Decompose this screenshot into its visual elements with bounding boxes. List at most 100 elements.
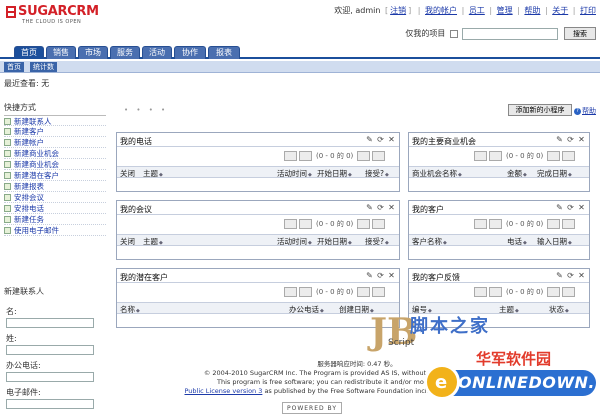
add-dashlet-button[interactable]: 添加新的小程序 <box>508 104 572 116</box>
col-close-date[interactable]: 完成日期◆ <box>537 168 572 179</box>
shortcut-compose-email[interactable]: 使用电子邮件 <box>4 225 106 236</box>
search-scope-checkbox[interactable] <box>449 29 458 38</box>
sugarcrm-logo[interactable]: SUGARCRM THE CLOUD IS OPEN <box>6 4 116 26</box>
first-page-button[interactable] <box>474 151 487 161</box>
edit-icon[interactable]: ✎ <box>365 203 374 212</box>
shortcut-new-user[interactable]: 新建帐户 <box>4 137 106 148</box>
shortcut-new-report[interactable]: 新建报表 <box>4 181 106 192</box>
last-page-button[interactable] <box>562 219 576 229</box>
next-page-button[interactable] <box>357 287 371 297</box>
tab-sales[interactable]: 销售 <box>46 46 76 59</box>
col-subject[interactable]: 主题◆ <box>143 236 163 247</box>
employees-link[interactable]: 员工 <box>469 6 485 15</box>
col-opportunity-name[interactable]: 商业机会名称◆ <box>412 168 462 179</box>
col-amount[interactable]: 金额◆ <box>507 168 527 179</box>
col-subject[interactable]: 主题◆ <box>143 168 163 179</box>
office-phone-input[interactable] <box>6 372 94 382</box>
close-icon[interactable]: ✕ <box>387 203 396 212</box>
print-link[interactable]: 打印 <box>580 6 596 15</box>
last-name-input[interactable] <box>6 345 94 355</box>
col-start-date[interactable]: 开始日期◆ <box>317 168 352 179</box>
prev-page-button[interactable] <box>489 219 502 229</box>
first-page-button[interactable] <box>284 219 297 229</box>
col-date-created[interactable]: 创建日期◆ <box>339 304 374 315</box>
first-page-button[interactable] <box>474 287 487 297</box>
shortcut-new-contact[interactable]: 新建联系人 <box>4 115 106 126</box>
close-icon[interactable]: ✕ <box>577 271 586 280</box>
col-close[interactable]: 关闭 <box>120 168 135 179</box>
shortcut-new-opportunity[interactable]: 新建商业机会 <box>4 159 106 170</box>
search-button[interactable]: 搜索 <box>564 27 596 40</box>
search-input[interactable] <box>462 27 559 40</box>
subtab-stats[interactable]: 统计数 <box>30 62 57 72</box>
next-page-button[interactable] <box>357 219 371 229</box>
last-page-button[interactable] <box>372 287 386 297</box>
logout-link[interactable]: 注销 <box>390 6 406 15</box>
next-page-button[interactable] <box>547 151 561 161</box>
prev-page-button[interactable] <box>489 151 502 161</box>
my-account-link[interactable]: 我的帐户 <box>425 6 457 15</box>
tab-home[interactable]: 首页 <box>14 46 44 59</box>
col-subject[interactable]: 主题◆ <box>499 304 519 315</box>
edit-icon[interactable]: ✎ <box>555 135 564 144</box>
shortcut-schedule-call[interactable]: 安排电话 <box>4 203 106 214</box>
col-start-date[interactable]: 开始日期◆ <box>317 236 352 247</box>
shortcut-schedule-meeting[interactable]: 安排会议 <box>4 192 106 203</box>
col-accept[interactable]: 接受?◆ <box>365 236 389 247</box>
tab-marketing[interactable]: 市场 <box>78 46 108 59</box>
close-icon[interactable]: ✕ <box>387 135 396 144</box>
prev-page-button[interactable] <box>299 219 312 229</box>
edit-icon[interactable]: ✎ <box>365 135 374 144</box>
col-accept[interactable]: 接受?◆ <box>365 168 389 179</box>
tab-support[interactable]: 服务 <box>110 46 140 59</box>
shortcut-new-task[interactable]: 新建任务 <box>4 214 106 225</box>
col-office-phone[interactable]: 办公电话◆ <box>289 304 324 315</box>
last-page-button[interactable] <box>562 287 576 297</box>
refresh-icon[interactable]: ⟳ <box>376 271 385 280</box>
refresh-icon[interactable]: ⟳ <box>376 203 385 212</box>
refresh-icon[interactable]: ⟳ <box>566 271 575 280</box>
edit-icon[interactable]: ✎ <box>555 271 564 280</box>
next-page-button[interactable] <box>357 151 371 161</box>
first-page-button[interactable] <box>284 151 297 161</box>
tab-collaboration[interactable]: 协作 <box>174 46 206 59</box>
shortcut-new-lead[interactable]: 新建商业机会 <box>4 148 106 159</box>
shortcut-new-account[interactable]: 新建客户 <box>4 126 106 137</box>
col-duration[interactable]: 活动时间◆ <box>277 168 312 179</box>
about-link[interactable]: 关于 <box>552 6 568 15</box>
last-page-button[interactable] <box>372 151 386 161</box>
powered-by-badge[interactable]: POWERED BY <box>282 402 342 414</box>
close-icon[interactable]: ✕ <box>577 135 586 144</box>
tab-activities[interactable]: 活动 <box>142 46 172 59</box>
last-page-button[interactable] <box>562 151 576 161</box>
help-link-top[interactable]: 帮助 <box>524 6 540 15</box>
first-name-input[interactable] <box>6 318 94 328</box>
refresh-icon[interactable]: ⟳ <box>376 135 385 144</box>
close-icon[interactable]: ✕ <box>387 271 396 280</box>
col-phone[interactable]: 电话◆ <box>507 236 527 247</box>
col-date-entered[interactable]: 输入日期◆ <box>537 236 572 247</box>
prev-page-button[interactable] <box>299 151 312 161</box>
prev-page-button[interactable] <box>299 287 312 297</box>
gpl-link[interactable]: Public License version 3 <box>184 387 262 395</box>
shortcut-new-prospect[interactable]: 新建潜在客户 <box>4 170 106 181</box>
col-status[interactable]: 状态◆ <box>549 304 569 315</box>
col-duration[interactable]: 活动时间◆ <box>277 236 312 247</box>
next-page-button[interactable] <box>547 219 561 229</box>
subtab-home[interactable]: 首页 <box>4 62 24 72</box>
col-account-name[interactable]: 客户名称◆ <box>412 236 447 247</box>
help-link[interactable]: ? 帮助 <box>574 106 596 116</box>
edit-icon[interactable]: ✎ <box>365 271 374 280</box>
col-name[interactable]: 名称◆ <box>120 304 140 315</box>
first-page-button[interactable] <box>474 219 487 229</box>
refresh-icon[interactable]: ⟳ <box>566 135 575 144</box>
refresh-icon[interactable]: ⟳ <box>566 203 575 212</box>
last-page-button[interactable] <box>372 219 386 229</box>
first-page-button[interactable] <box>284 287 297 297</box>
prev-page-button[interactable] <box>489 287 502 297</box>
tab-reports[interactable]: 报表 <box>208 46 240 59</box>
col-close[interactable]: 关闭 <box>120 236 135 247</box>
close-icon[interactable]: ✕ <box>577 203 586 212</box>
admin-link[interactable]: 管理 <box>497 6 513 15</box>
edit-icon[interactable]: ✎ <box>555 203 564 212</box>
